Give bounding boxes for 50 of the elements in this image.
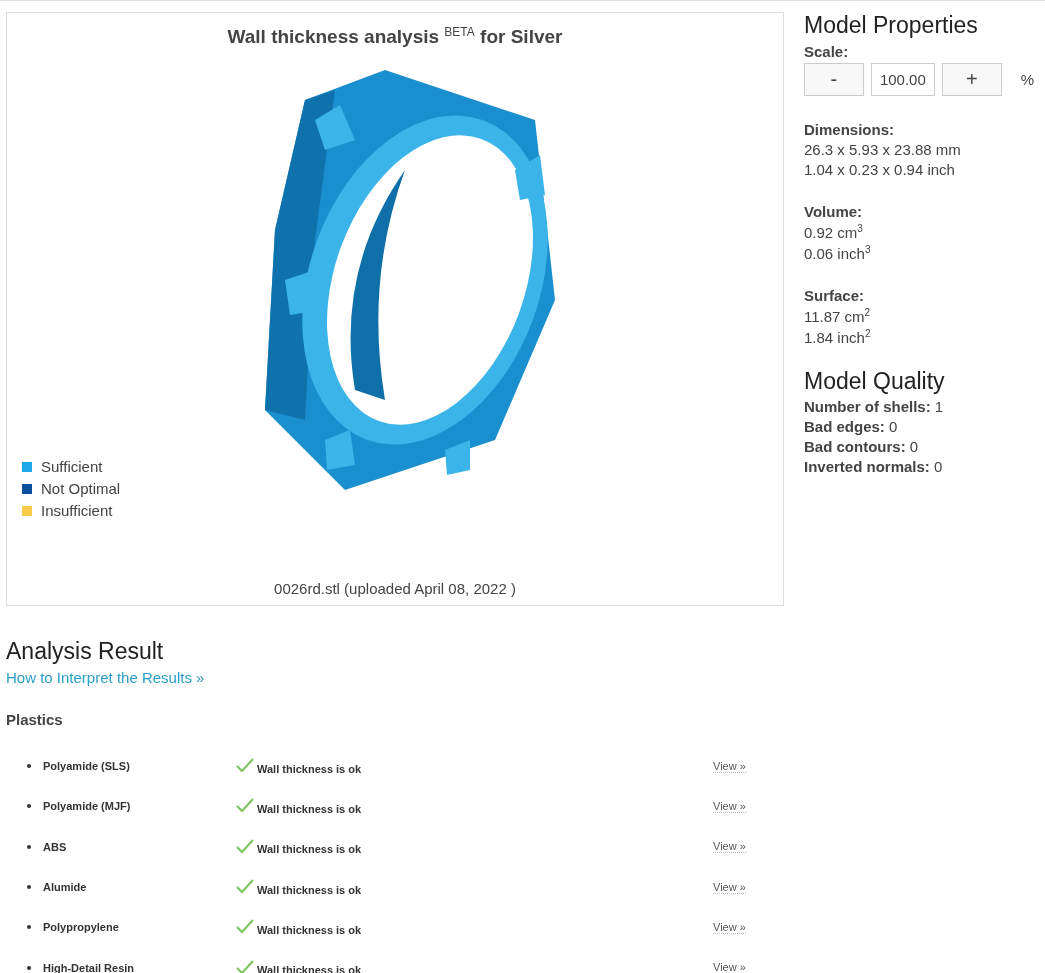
bullet-icon	[27, 804, 31, 809]
bullet-icon	[27, 965, 31, 970]
bullet-icon	[27, 764, 31, 769]
scale-label: Scale:	[804, 43, 850, 60]
property-value: 0.92 cm$^{3}$	[804, 223, 864, 241]
property-value: 26.3 x 5.93 x 23.88 mm	[804, 141, 962, 158]
property-label: Volume:	[804, 203, 864, 220]
quality-item: Bad contours: 0	[804, 438, 920, 455]
decrease-button[interactable]: -	[804, 63, 864, 96]
material-name: Polypropylene	[43, 921, 120, 934]
property-value: 0.06 inch$^{3}$	[804, 244, 872, 262]
material-name: Polyamide (SLS)	[43, 760, 131, 773]
section-title: Analysis Result	[6, 638, 165, 665]
view-link[interactable]: View »	[713, 920, 746, 934]
category-title: Plastics	[6, 711, 64, 728]
legend-label: Not Optimal	[41, 480, 121, 497]
legend-label: Insufficient	[41, 502, 113, 519]
status-text: Wall thickness is ok	[257, 762, 362, 775]
property-value: 11.87 cm$^{2}$	[804, 307, 872, 325]
view-link[interactable]: View »	[713, 840, 746, 854]
property-value: 1.84 inch$^{2}$	[804, 328, 872, 346]
bullet-icon	[27, 885, 31, 890]
quality-item: Bad edges: 0	[804, 418, 899, 435]
property-label: Surface:	[804, 287, 866, 304]
status-text: Wall thickness is ok	[257, 843, 362, 856]
quality-item: Inverted normals: 0	[804, 458, 944, 475]
increase-button[interactable]: +	[941, 63, 1002, 96]
view-link[interactable]: View »	[713, 759, 746, 773]
status-text: Wall thickness is ok	[257, 802, 362, 815]
property-label: Dimensions:	[804, 121, 895, 138]
material-name: Polyamide (MJF)	[43, 800, 132, 813]
status-text: Wall thickness is ok	[257, 883, 362, 896]
view-link[interactable]: View »	[713, 880, 746, 894]
material-name: Alumide	[43, 881, 88, 894]
material-name: ABS	[43, 840, 68, 853]
status-text: Wall thickness is ok	[257, 923, 362, 936]
section-title: Model Properties	[804, 12, 979, 39]
view-link[interactable]: View »	[713, 799, 746, 813]
unit-label: %	[1020, 71, 1034, 88]
material-name: High-Detail Resin	[43, 961, 136, 973]
section-title: Model Quality	[804, 368, 946, 395]
file-caption: 0026rd.stl (uploaded April 08, 2022 )	[274, 580, 516, 597]
scale-input[interactable]: 100.00	[870, 63, 935, 96]
view-link[interactable]: View »	[713, 961, 746, 973]
viewer-title: Wall thickness analysis $^{BETA}$ for Silver	[227, 25, 563, 49]
property-value: 1.04 x 0.23 x 0.94 inch	[804, 161, 956, 178]
legend-label: Sufficient	[41, 458, 103, 475]
bullet-icon	[27, 925, 31, 930]
bullet-icon	[27, 844, 31, 849]
quality-item: Number of shells: 1	[804, 398, 945, 415]
